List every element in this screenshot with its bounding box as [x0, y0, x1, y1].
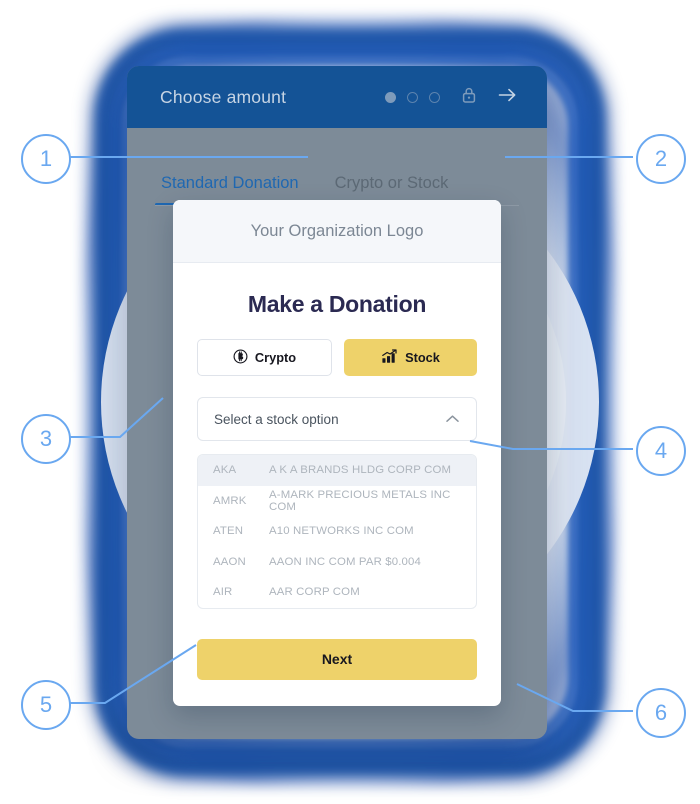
stock-option-row[interactable]: AAON AAON INC COM PAR $0.004: [198, 547, 476, 578]
bar-chart-trend-icon: [381, 348, 398, 367]
tab-standard-donation-label: Standard Donation: [161, 174, 299, 192]
donation-type-toggle: Crypto Stock: [197, 339, 477, 376]
callout-marker-1[interactable]: 1: [21, 134, 71, 184]
stock-option-name: A K A BRANDS HLDG CORP COM: [269, 464, 452, 477]
stock-option-list[interactable]: AKA A K A BRANDS HLDG CORP COM AMRK A-MA…: [197, 454, 477, 609]
callout-number: 2: [654, 146, 668, 171]
donation-card-body: Make a Donation Crypto Stock Select a st…: [173, 263, 501, 706]
stock-option-symbol: ATEN: [213, 525, 244, 538]
callout-number: 4: [654, 438, 668, 463]
card-title: Make a Donation: [247, 291, 427, 317]
stock-option-row[interactable]: AIR AAR CORP COM: [198, 577, 476, 608]
organization-logo-text: Your Organization Logo: [250, 221, 424, 240]
callout-number: 3: [39, 426, 53, 451]
stock-option-name: AAR CORP COM: [269, 586, 360, 599]
app-topbar: Choose amount: [127, 66, 547, 128]
callout-marker-6[interactable]: 6: [636, 688, 686, 738]
stock-option-name: A10 NETWORKS INC COM: [269, 525, 414, 538]
stock-option-symbol: AMRK: [213, 494, 247, 507]
tab-crypto-or-stock-label: Crypto or Stock: [334, 174, 449, 192]
stock-option-row[interactable]: AMRK A-MARK PRECIOUS METALS INC COM: [198, 486, 476, 517]
lock-icon: [461, 86, 477, 109]
callout-marker-3[interactable]: 3: [21, 414, 71, 464]
topbar-title: Choose amount: [160, 86, 287, 107]
callout-marker-2[interactable]: 2: [636, 134, 686, 184]
arrow-right-icon[interactable]: [498, 87, 517, 108]
next-button[interactable]: Next: [197, 638, 477, 680]
organization-logo-placeholder: Your Organization Logo: [173, 200, 501, 263]
tab-strip: Standard Donation Crypto or Stock: [127, 128, 547, 206]
callout-marker-4[interactable]: 4: [636, 426, 686, 476]
callout-marker-5[interactable]: 5: [21, 680, 71, 730]
stock-option-row[interactable]: AKA A K A BRANDS HLDG CORP COM: [198, 455, 476, 486]
stock-select-value: Select a stock option: [214, 411, 339, 427]
callout-number: 6: [654, 700, 668, 725]
progress-dot-1-filled[interactable]: [385, 91, 396, 103]
tab-list: Standard Donation Crypto or Stock: [155, 128, 519, 206]
progress-dot-3[interactable]: [429, 91, 440, 103]
next-button-label: Next: [321, 651, 353, 667]
chevron-up-icon[interactable]: [445, 412, 460, 427]
toggle-crypto-label: Crypto: [254, 350, 297, 365]
stock-option-symbol: AIR: [213, 586, 233, 599]
callout-number: 1: [39, 146, 53, 171]
stock-option-symbol: AKA: [213, 464, 237, 477]
toggle-stock-label: Stock: [405, 350, 440, 365]
device-mockup: Choose amount Standard Donation Crypto o…: [127, 66, 547, 739]
bitcoin-icon: [233, 349, 248, 367]
toggle-stock-button[interactable]: Stock: [344, 339, 477, 376]
stock-option-row[interactable]: ATEN A10 NETWORKS INC COM: [198, 516, 476, 547]
stock-option-name: A-MARK PRECIOUS METALS INC COM: [269, 488, 451, 513]
stock-select[interactable]: Select a stock option: [197, 397, 477, 441]
topbar-icon-group: [385, 86, 517, 109]
stock-option-name: AAON INC COM PAR $0.004: [269, 555, 421, 568]
progress-dot-2[interactable]: [407, 91, 418, 103]
callout-number: 5: [39, 692, 53, 717]
screenshot-stage: Choose amount Standard Donation Crypto o…: [0, 0, 700, 804]
stock-option-symbol: AAON: [213, 555, 246, 568]
toggle-crypto-button[interactable]: Crypto: [197, 339, 332, 376]
donation-card: Your Organization Logo Make a Donation C…: [173, 200, 501, 706]
